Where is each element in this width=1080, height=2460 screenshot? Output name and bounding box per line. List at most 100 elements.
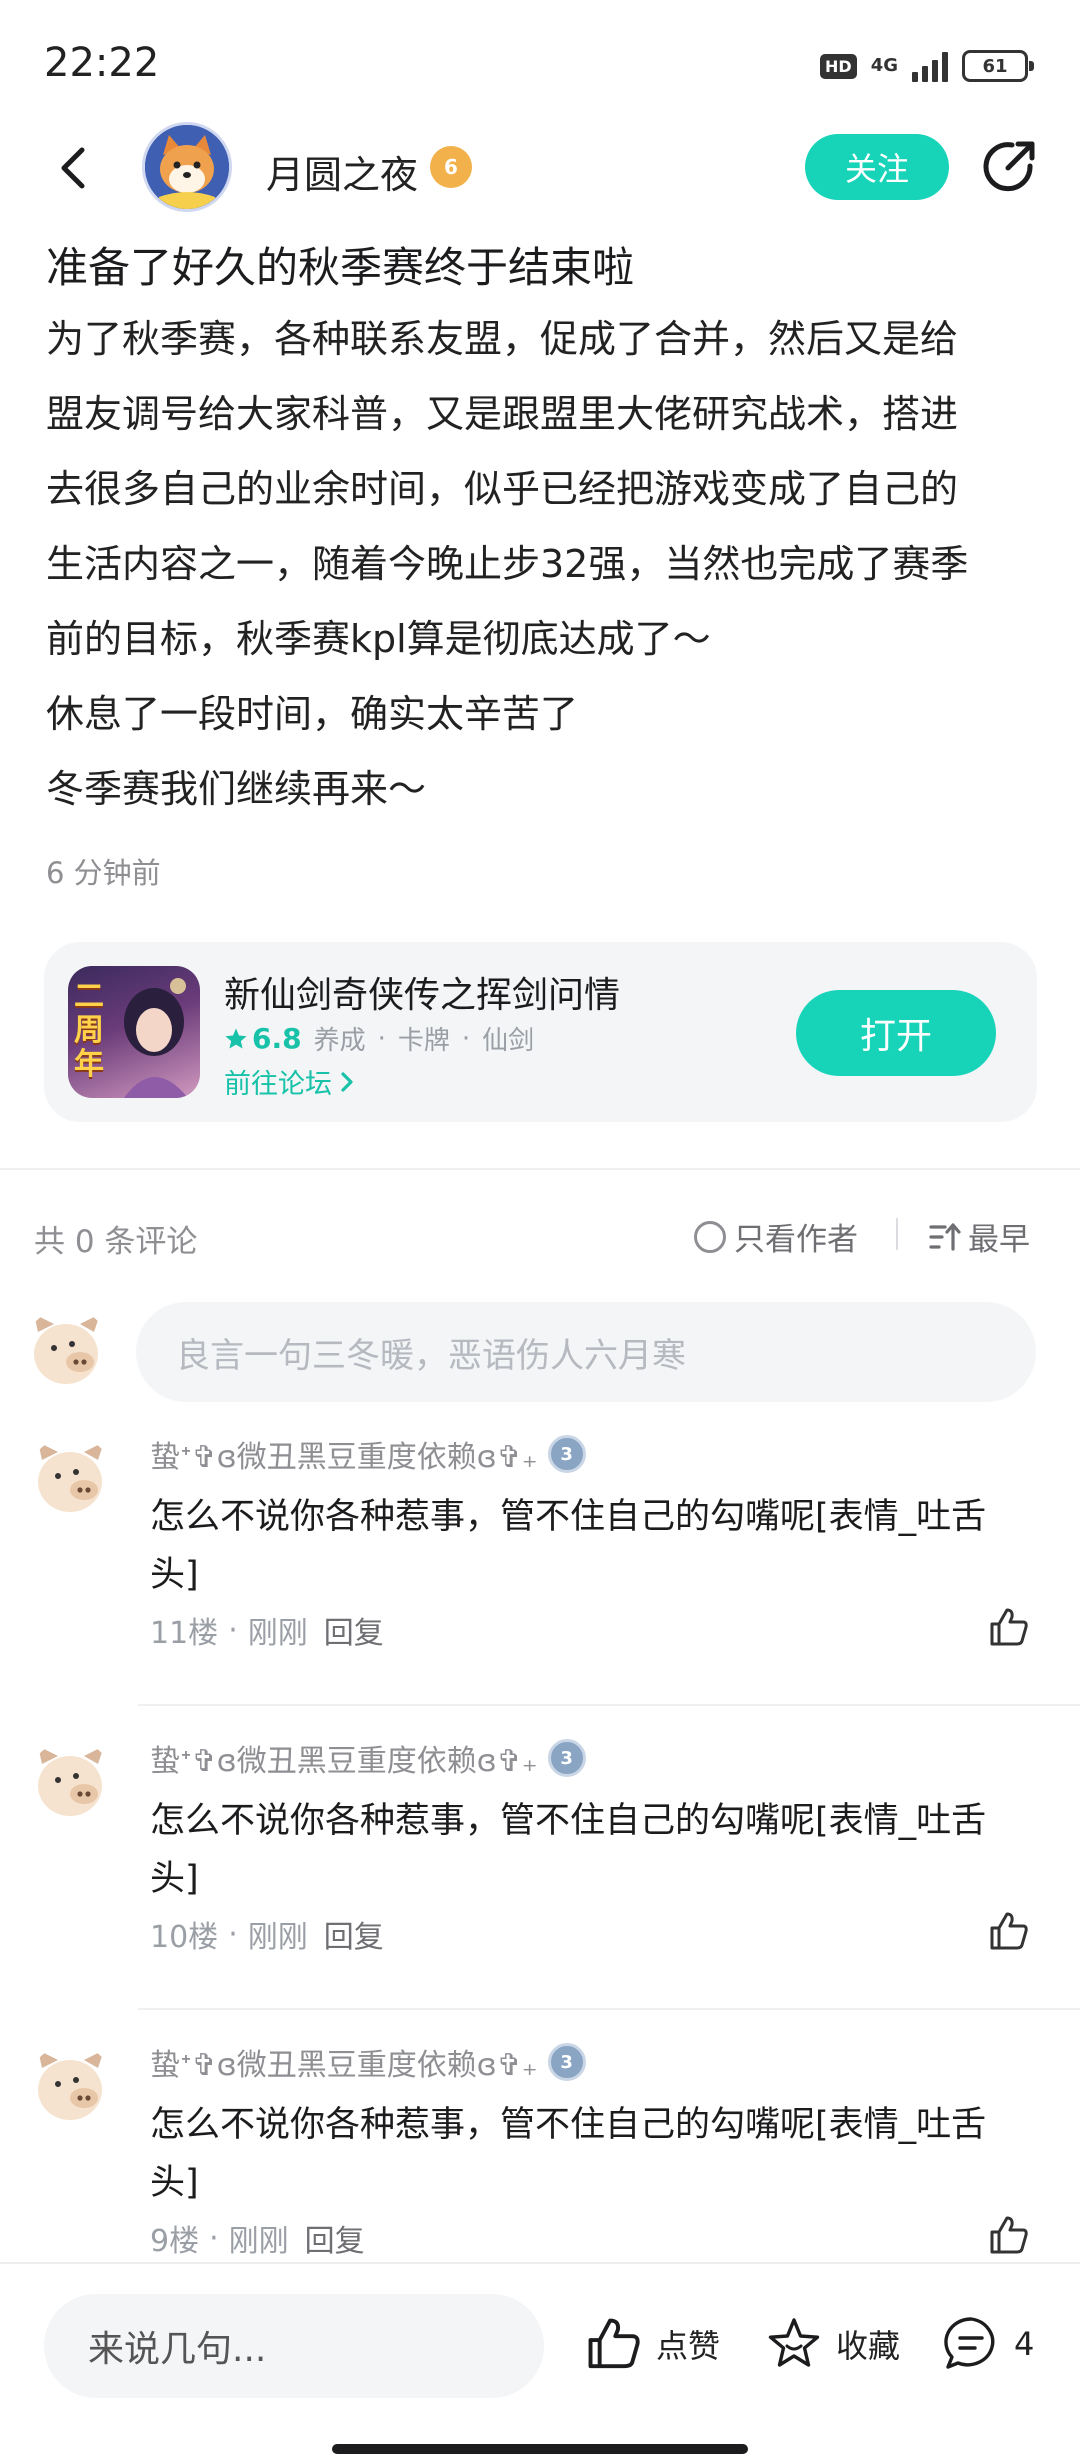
meta-separator: · xyxy=(209,2220,219,2256)
author-level: 6 xyxy=(444,155,458,179)
status-bar: 22:22 HD 4G 61 xyxy=(0,0,1080,120)
comment-divider xyxy=(138,1704,1080,1706)
author-name[interactable]: 月圆之夜 xyxy=(266,144,418,199)
comment-count: 4 xyxy=(1014,2325,1035,2363)
commenter-name-row[interactable]: 蛰ᐩ✞ɞ微丑黑豆重度依赖ɞ✞₊ 3 xyxy=(150,1432,586,1476)
thumbs-up-icon[interactable] xyxy=(986,1908,1032,1954)
commenter-level-badge: 3 xyxy=(547,2043,586,2081)
game-tag: 卡牌 xyxy=(397,1026,450,1056)
sort-icon xyxy=(929,1222,961,1251)
commenter-level-badge: 3 xyxy=(547,1435,586,1473)
game-forum-label: 前往论坛 xyxy=(224,1069,332,1100)
commenter-avatar[interactable] xyxy=(28,2044,114,2130)
author-level-badge: 6 xyxy=(430,146,472,188)
pig-avatar-icon xyxy=(38,1442,104,1512)
current-user-avatar[interactable] xyxy=(24,1308,110,1394)
game-name[interactable]: 新仙剑奇侠传之挥剑问情 xyxy=(224,966,620,1018)
reply-button[interactable]: 回复 xyxy=(324,1912,384,1956)
battery-icon: 61 xyxy=(962,50,1034,82)
comment-floor: 10楼 xyxy=(150,1920,219,1955)
game-rating-value: 6.8 xyxy=(252,1022,302,1055)
pig-avatar-icon xyxy=(34,1314,100,1384)
author-only-toggle[interactable]: 只看作者 xyxy=(694,1214,858,1259)
post-header: 月圆之夜 6 关注 xyxy=(0,118,1080,218)
like-button[interactable]: 点赞 xyxy=(584,2304,720,2384)
comment-floor: 9楼 xyxy=(150,2224,200,2259)
pig-avatar-icon xyxy=(38,1746,104,1816)
commenter-level-badge: 3 xyxy=(547,1739,586,1777)
back-arrow-icon[interactable] xyxy=(50,144,98,192)
hd-badge: HD xyxy=(820,53,857,79)
post-time: 6 分钟前 xyxy=(46,856,161,890)
post-body-line: 生活内容之一，随着今晚止步32强，当然也完成了赛季 xyxy=(46,542,969,586)
thumbs-up-icon[interactable] xyxy=(986,1604,1032,1650)
post-body-line: 冬季赛我们继续再来～ xyxy=(46,767,427,811)
meta-separator: · xyxy=(228,1612,238,1648)
comment-floor: 11楼 xyxy=(150,1616,219,1651)
commenter-name: 蛰ᐩ✞ɞ微丑黑豆重度依赖ɞ✞₊ xyxy=(150,1440,538,1475)
author-avatar[interactable] xyxy=(142,122,232,212)
section-divider xyxy=(0,1168,1080,1170)
radio-circle-icon[interactable] xyxy=(694,1220,726,1253)
favorite-button[interactable]: 收藏 xyxy=(764,2304,900,2384)
favorite-label: 收藏 xyxy=(836,2327,901,2365)
tag-separator: · xyxy=(461,1023,471,1054)
game-forum-link[interactable]: 前往论坛 xyxy=(224,1062,356,1101)
sort-button[interactable]: 最早 xyxy=(928,1214,1030,1259)
status-indicators: HD 4G 61 xyxy=(820,46,1034,86)
comment-text: 怎么不说你各种惹事，管不住自己的勾嘴呢[表情_吐舌头] xyxy=(150,2105,987,2203)
bottom-comment-input[interactable]: 来说几句... xyxy=(44,2294,544,2398)
post-body-line: 前的目标，秋季赛kpl算是彻底达成了～ xyxy=(46,617,711,661)
game-rating: 6.8 xyxy=(224,1022,302,1055)
comment-time: 刚刚 xyxy=(247,1616,308,1651)
comment-input[interactable]: 良言一句三冬暖，恶语伤人六月寒 xyxy=(136,1302,1036,1402)
reply-button[interactable]: 回复 xyxy=(324,1608,384,1652)
post-body-line: 为了秋季赛，各种联系友盟，促成了合并，然后又是给 xyxy=(46,317,959,361)
follow-button[interactable]: 关注 xyxy=(805,134,949,200)
comment-divider xyxy=(138,2008,1080,2010)
game-tag: 养成 xyxy=(313,1026,366,1056)
home-indicator[interactable] xyxy=(332,2444,748,2454)
comment-meta: 9楼 · 刚刚 回复 xyxy=(150,2216,365,2260)
commenter-name-row[interactable]: 蛰ᐩ✞ɞ微丑黑豆重度依赖ɞ✞₊ 3 xyxy=(150,2040,586,2084)
game-card[interactable]: 二周年 新仙剑奇侠传之挥剑问情 6.8 养成 · 卡牌 · 仙剑 前往论坛 打开 xyxy=(44,942,1037,1122)
thumbs-up-icon xyxy=(588,2318,640,2369)
header-separator xyxy=(896,1218,898,1250)
signal-icon xyxy=(912,50,948,82)
comment-meta: 10楼 · 刚刚 回复 xyxy=(150,1912,384,1956)
game-tag: 仙剑 xyxy=(482,1026,535,1056)
tag-separator: · xyxy=(377,1023,386,1054)
post-body: 为了秋季赛，各种联系友盟，促成了合并，然后又是给 盟友调号给大家科普，又是跟盟里… xyxy=(46,302,1046,827)
star-outline-icon xyxy=(768,2318,820,2367)
chevron-right-icon xyxy=(341,1071,353,1092)
thumbs-up-icon[interactable] xyxy=(986,2212,1032,2258)
shiba-avatar-icon xyxy=(145,125,229,209)
like-label: 点赞 xyxy=(656,2327,721,2365)
star-icon xyxy=(225,1028,247,1048)
commenter-name: 蛰ᐩ✞ɞ微丑黑豆重度依赖ɞ✞₊ xyxy=(150,1744,538,1779)
post-body-line: 休息了一段时间，确实太辛苦了 xyxy=(46,692,579,736)
author-only-label: 只看作者 xyxy=(734,1222,858,1258)
share-icon[interactable] xyxy=(978,136,1040,198)
network-label: 4G xyxy=(870,55,898,76)
sort-label: 最早 xyxy=(968,1222,1030,1258)
comment-text: 怎么不说你各种惹事，管不住自己的勾嘴呢[表情_吐舌头] xyxy=(150,1497,987,1595)
comments-count: 共 0 条评论 xyxy=(34,1224,198,1260)
commenter-avatar[interactable] xyxy=(28,1436,114,1522)
status-time: 22:22 xyxy=(44,40,160,86)
comment-time: 刚刚 xyxy=(247,1920,308,1955)
pig-avatar-icon xyxy=(38,2050,104,2120)
game-icon[interactable]: 二周年 xyxy=(68,966,200,1098)
commenter-name-row[interactable]: 蛰ᐩ✞ɞ微丑黑豆重度依赖ɞ✞₊ 3 xyxy=(150,1736,586,1780)
game-meta: 6.8 养成 · 卡牌 · 仙剑 xyxy=(224,1020,534,1057)
commenter-name: 蛰ᐩ✞ɞ微丑黑豆重度依赖ɞ✞₊ xyxy=(150,2048,538,2083)
reply-button[interactable]: 回复 xyxy=(305,2216,365,2260)
commenter-avatar[interactable] xyxy=(28,1740,114,1826)
comment-text: 怎么不说你各种惹事，管不住自己的勾嘴呢[表情_吐舌头] xyxy=(150,1801,987,1899)
bottom-bar: 来说几句... 点赞 收藏 4 xyxy=(0,2262,1080,2460)
game-icon-text: 二周年 xyxy=(74,979,104,1082)
comment-count-button[interactable]: 4 xyxy=(940,2304,1034,2384)
meta-separator: · xyxy=(228,1916,238,1952)
post-body-line: 去很多自己的业余时间，似乎已经把游戏变成了自己的 xyxy=(46,467,959,511)
open-game-button[interactable]: 打开 xyxy=(796,990,996,1076)
